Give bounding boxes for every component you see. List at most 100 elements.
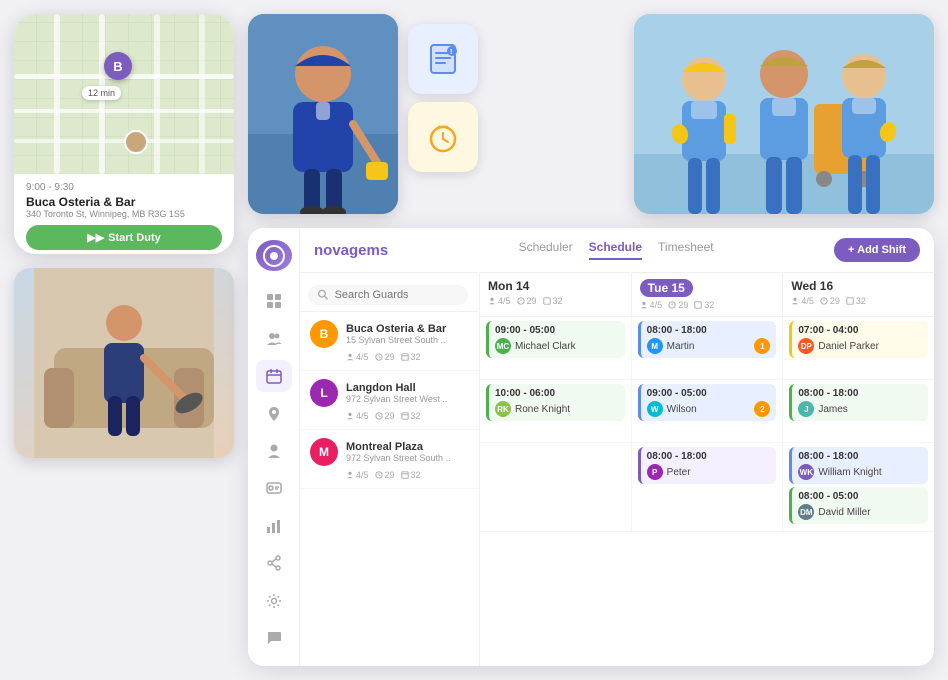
person-name: William Knight	[818, 467, 881, 478]
person-name: James	[818, 404, 847, 415]
sidebar-calendar-icon[interactable]	[256, 360, 292, 391]
team-photo	[634, 14, 934, 214]
start-duty-label: Start Duty	[108, 232, 161, 244]
main-content: novagems Scheduler Schedule Timesheet + …	[300, 228, 934, 666]
location-avatar: M	[310, 438, 338, 466]
person-name: David Miller	[818, 507, 870, 518]
shift-person: J James	[798, 401, 922, 417]
search-box	[308, 285, 468, 305]
location-address: 972 Sylvan Street West ..	[346, 394, 447, 404]
shift-person: M Martin 1	[647, 338, 771, 354]
app-header: novagems Scheduler Schedule Timesheet + …	[300, 228, 934, 273]
shift-card[interactable]: 07:00 - 04:00 DP Daniel Parker	[789, 321, 928, 358]
cal-meta-guards-wed: 4/5	[791, 296, 814, 306]
shift-person: MC Michael Clark	[495, 338, 619, 354]
person-avatar: WK	[798, 464, 814, 480]
shift-card[interactable]: 09:00 - 05:00 W Wilson 2	[638, 384, 777, 421]
person-avatar: DP	[798, 338, 814, 354]
shift-card[interactable]: 08:00 - 18:00 WK William Knight	[789, 447, 928, 484]
sidebar-chart-icon[interactable]	[256, 510, 292, 541]
day-name-tue15: Tue 15	[640, 279, 693, 297]
cal-cell-montreal-wed[interactable]: 08:00 - 18:00 WK William Knight 08:00 - …	[783, 443, 934, 531]
location-avatar: L	[310, 379, 338, 407]
cal-cell-montreal-tue[interactable]: 08:00 - 18:00 P Peter	[632, 443, 784, 531]
person-avatar: RK	[495, 401, 511, 417]
person-avatar: MC	[495, 338, 511, 354]
shift-card[interactable]: 08:00 - 18:00 J James	[789, 384, 928, 421]
person-avatar: M	[647, 338, 663, 354]
location-meta-hours: 29	[375, 470, 395, 480]
sidebar-settings-icon[interactable]	[256, 585, 292, 616]
map-distance-badge: 12 min	[82, 86, 121, 100]
start-duty-icon: ▶▶	[87, 231, 104, 244]
cleaner-photo	[14, 268, 234, 458]
shift-card[interactable]: 10:00 - 06:00 RK Rone Knight	[486, 384, 625, 421]
list-item[interactable]: B Buca Osteria & Bar 15 Sylvan Street So…	[300, 312, 479, 371]
shift-person: DP Daniel Parker	[798, 338, 922, 354]
phone-info: 9:00 - 9:30 Buca Osteria & Bar 340 Toron…	[14, 174, 234, 254]
shift-card[interactable]: 08:00 - 05:00 DM David Miller	[789, 487, 928, 524]
left-column: B 12 min 9:00 - 9:30 Buca Osteria & Bar …	[14, 14, 234, 458]
person-name: Peter	[667, 467, 691, 478]
cal-meta-hours-tue: 29	[668, 300, 688, 310]
person-avatar: P	[647, 464, 663, 480]
shift-time: 09:00 - 05:00	[495, 325, 619, 336]
add-shift-button[interactable]: + Add Shift	[834, 238, 920, 262]
location-meta-hours: 29	[375, 352, 395, 362]
cal-row-langdon: 10:00 - 06:00 RK Rone Knight 09:00 - 05:	[480, 380, 934, 443]
tab-schedule[interactable]: Schedule	[589, 240, 642, 260]
cal-cell-langdon-mon[interactable]: 10:00 - 06:00 RK Rone Knight	[480, 380, 632, 442]
app-window: novagems Scheduler Schedule Timesheet + …	[248, 228, 934, 666]
list-item[interactable]: M Montreal Plaza 972 Sylvan Street South…	[300, 430, 479, 489]
location-list: B Buca Osteria & Bar 15 Sylvan Street So…	[300, 273, 480, 666]
shift-time: 08:00 - 05:00	[798, 491, 922, 502]
day-name-mon14: Mon 14	[488, 279, 623, 293]
person-name: Rone Knight	[515, 404, 570, 415]
shift-time: 08:00 - 18:00	[798, 388, 922, 399]
shift-card[interactable]: 08:00 - 18:00 M Martin 1	[638, 321, 777, 358]
list-item[interactable]: L Langdon Hall 972 Sylvan Street West ..…	[300, 371, 479, 430]
cal-cell-buca-wed[interactable]: 07:00 - 04:00 DP Daniel Parker	[783, 317, 934, 379]
cal-meta-guards-mon: 4/5	[488, 296, 511, 306]
shift-person: W Wilson 2	[647, 401, 771, 417]
shift-card[interactable]: 09:00 - 05:00 MC Michael Clark	[486, 321, 625, 358]
cal-cell-buca-mon[interactable]: 09:00 - 05:00 MC Michael Clark	[480, 317, 632, 379]
cal-meta-shifts-wed: 32	[846, 296, 866, 306]
calendar-area: Mon 14 4/5 29 32	[480, 273, 934, 666]
sidebar-idcard-icon[interactable]	[256, 473, 292, 504]
shift-person: RK Rone Knight	[495, 401, 619, 417]
document-icon-badge: !	[408, 24, 478, 94]
cal-cell-buca-tue[interactable]: 08:00 - 18:00 M Martin 1	[632, 317, 784, 379]
sidebar-chat-icon[interactable]	[256, 623, 292, 654]
top-center-area: !	[248, 14, 478, 214]
person-name: Michael Clark	[515, 341, 576, 352]
day-col-mon14: Mon 14 4/5 29 32	[480, 273, 632, 316]
shift-person: WK William Knight	[798, 464, 922, 480]
location-name: Montreal Plaza	[346, 441, 451, 453]
person-avatar: W	[647, 401, 663, 417]
brand-logo	[256, 240, 292, 271]
cal-cell-langdon-wed[interactable]: 08:00 - 18:00 J James	[783, 380, 934, 442]
person-avatar: J	[798, 401, 814, 417]
sidebar-users-icon[interactable]	[256, 323, 292, 354]
tab-timesheet[interactable]: Timesheet	[658, 240, 714, 260]
location-meta-guards: 4/5	[346, 352, 369, 362]
shift-card[interactable]: 08:00 - 18:00 P Peter	[638, 447, 777, 484]
cal-cell-langdon-tue[interactable]: 09:00 - 05:00 W Wilson 2	[632, 380, 784, 442]
location-name: Langdon Hall	[346, 382, 447, 394]
cal-meta-shifts-tue: 32	[694, 300, 714, 310]
search-input[interactable]	[335, 289, 458, 301]
location-avatar: B	[310, 320, 338, 348]
sidebar-person-icon[interactable]	[256, 435, 292, 466]
sidebar-location-icon[interactable]	[256, 398, 292, 429]
search-icon	[318, 289, 329, 301]
sidebar-share-icon[interactable]	[256, 548, 292, 579]
cal-cell-montreal-mon[interactable]	[480, 443, 632, 531]
tab-scheduler[interactable]: Scheduler	[519, 240, 573, 260]
icon-badges-area: !	[408, 24, 478, 172]
location-name: Buca Osteria & Bar	[346, 323, 446, 335]
start-duty-button[interactable]: ▶▶ Start Duty	[26, 225, 222, 250]
calendar-header: Mon 14 4/5 29 32	[480, 273, 934, 317]
sidebar-grid-icon[interactable]	[256, 285, 292, 316]
shift-badge: 1	[754, 338, 770, 354]
